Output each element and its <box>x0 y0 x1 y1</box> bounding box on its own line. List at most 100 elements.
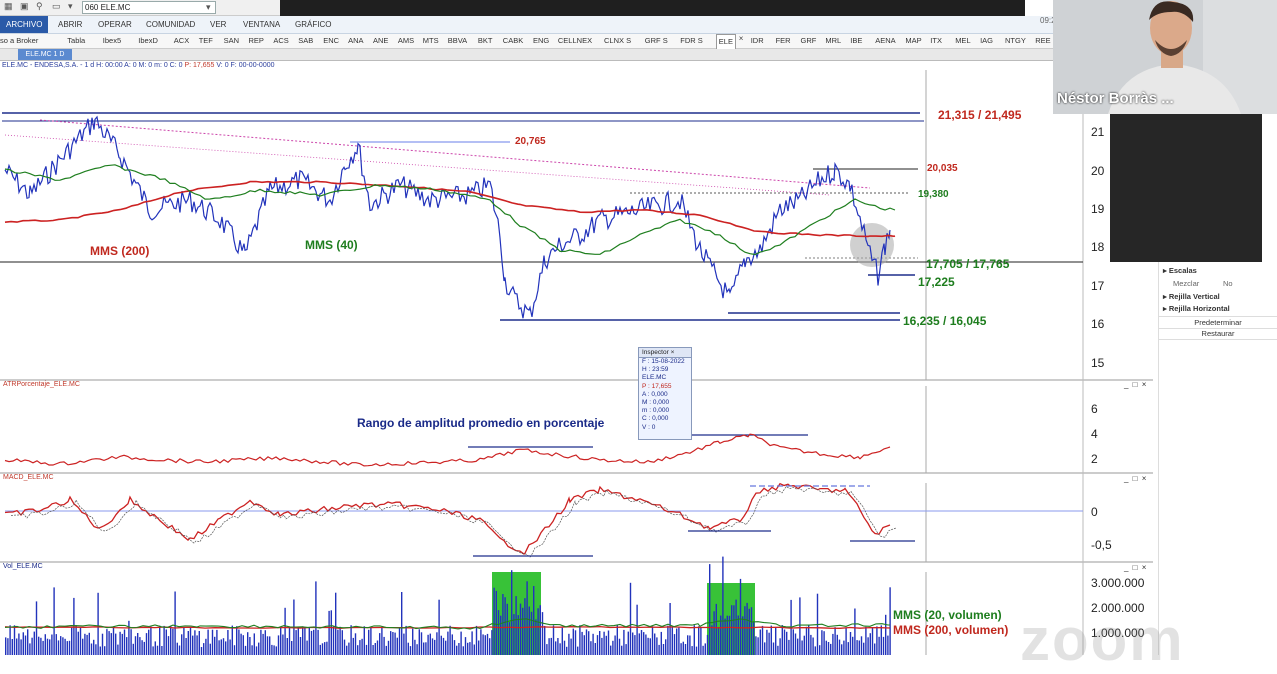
ticker-tab-ibe[interactable]: IBE <box>850 34 862 48</box>
inspector-close-icon[interactable]: × <box>671 349 675 356</box>
ticker-tab-ams[interactable]: AMS <box>398 34 414 48</box>
volume-bar <box>229 639 231 655</box>
menu-ver[interactable]: VER <box>210 16 226 33</box>
volume-bar <box>308 627 310 655</box>
volume-bar <box>808 625 810 655</box>
ticker-tab-ele[interactable]: ELE <box>715 34 736 49</box>
chevron-down-icon[interactable]: ▾ <box>68 1 73 12</box>
volume-bar <box>51 634 53 655</box>
ticker-tab-grf[interactable]: GRF <box>801 34 817 48</box>
ticker-tab-bkt[interactable]: BKT <box>478 34 493 48</box>
restaurar-button[interactable]: Restaurar <box>1159 328 1277 340</box>
volume-bar <box>788 639 790 655</box>
volume-bar <box>819 645 821 655</box>
ticker-tab-eng[interactable]: ENG <box>533 34 549 48</box>
macd-panel-controls[interactable]: _ □ × <box>1124 474 1147 483</box>
volume-bar <box>233 645 236 655</box>
ticker-tab-fer[interactable]: FER <box>776 34 791 48</box>
volume-bar <box>572 628 574 655</box>
ticker-tab-map[interactable]: MAP <box>905 34 921 48</box>
menu-ventana[interactable]: VENTANA <box>243 16 280 33</box>
menu-abrir[interactable]: ABRIR <box>58 16 82 33</box>
volume-bar <box>365 644 368 655</box>
ticker-tab-tef[interactable]: TEF <box>199 34 213 48</box>
volume-bar <box>673 634 676 655</box>
sidebar-item-rejilla-horizontal[interactable]: ▸ Rejilla Horizontal <box>1163 304 1230 313</box>
ticker-tab-mel[interactable]: MEL <box>955 34 970 48</box>
volume-panel-controls[interactable]: _ □ × <box>1124 563 1147 572</box>
volume-bar <box>46 638 49 655</box>
sidebar-item-mezclar[interactable]: Mezclar <box>1173 279 1199 288</box>
inspector-panel[interactable]: Inspector × F : 15-08-2022 H : 23:59 ELE… <box>638 347 692 440</box>
pin-icon[interactable]: ⚲ <box>36 1 43 12</box>
volume-bar <box>207 629 209 655</box>
ticker-tab-tabla[interactable]: Tabla <box>67 34 85 48</box>
symbol-dropdown-icon[interactable]: ▾ <box>206 2 211 13</box>
menu-bar: ARCHIVO ABRIR OPERAR COMUNIDAD VER VENTA… <box>0 16 1056 34</box>
volume-bar <box>203 643 205 655</box>
ticker-tab-sab[interactable]: SAB <box>298 34 313 48</box>
ticker-tab-acs[interactable]: ACS <box>273 34 288 48</box>
volume-bar <box>852 636 854 655</box>
volume-bar <box>297 627 299 655</box>
ticker-tab-ree[interactable]: REE <box>1035 34 1050 48</box>
volume-bar <box>220 639 222 655</box>
menu-comunidad[interactable]: COMUNIDAD <box>146 16 195 33</box>
ticker-tab-ibex5[interactable]: Ibex5 <box>103 34 121 48</box>
ticker-tab-ntgy[interactable]: NTGY <box>1005 34 1026 48</box>
symbol-input[interactable]: 060 ELE.MC <box>82 1 216 14</box>
ticker-tab-san[interactable]: SAN <box>224 34 239 48</box>
folder-icon[interactable]: ▭ <box>52 1 61 12</box>
ticker-tab-mrl[interactable]: MRL <box>825 34 841 48</box>
volume-bar <box>772 642 775 655</box>
ticker-tab-clnx-s[interactable]: CLNX S <box>604 34 631 48</box>
price-axis-tick: 20 <box>1091 164 1105 178</box>
ticker-tab-so-a-broker[interactable]: so a Broker <box>0 34 38 48</box>
volume-bar <box>766 629 768 655</box>
volume-bar <box>827 642 830 655</box>
ticker-tab-grf-s[interactable]: GRF S <box>645 34 668 48</box>
ticker-tab-itx[interactable]: ITX <box>930 34 942 48</box>
ticker-tab-acx[interactable]: ACX <box>174 34 189 48</box>
inspector-row: V : 0 <box>642 423 656 431</box>
volume-bar <box>343 639 346 655</box>
chart-document-tab[interactable]: ELE.MC 1 D <box>18 49 72 60</box>
price-chart-area[interactable] <box>0 60 1153 655</box>
ticker-tab-rep[interactable]: REP <box>249 34 264 48</box>
volume-bar <box>335 592 337 655</box>
app-icon[interactable]: ▦ <box>4 1 13 12</box>
volume-bar <box>588 631 590 655</box>
volume-bar <box>75 625 77 655</box>
ticker-tab-iag[interactable]: IAG <box>980 34 993 48</box>
volume-bar <box>876 626 878 655</box>
ticker-tab-fdr-s[interactable]: FDR S <box>680 34 703 48</box>
volume-bar <box>350 625 352 655</box>
menu-grafico[interactable]: GRÁFICO <box>295 16 331 33</box>
volume-bar <box>440 635 442 655</box>
volume-mms20-label: MMS (20, volumen) <box>893 608 1002 622</box>
save-icon[interactable]: ▣ <box>20 1 29 12</box>
ticker-tab-aena[interactable]: AENA <box>875 34 895 48</box>
ticker-tab-cellnex[interactable]: CELLNEX <box>558 34 592 48</box>
volume-bar <box>698 626 700 655</box>
sidebar-item-escalas[interactable]: ▸ Escalas <box>1163 266 1197 275</box>
volume-bar <box>451 634 453 655</box>
ticker-tab-ibexd[interactable]: IbexD <box>138 34 158 48</box>
sidebar-value-mezclar[interactable]: No <box>1223 279 1233 288</box>
ticker-tab-enc[interactable]: ENC <box>323 34 339 48</box>
atr-panel-controls[interactable]: _ □ × <box>1124 380 1147 389</box>
volume-bar <box>381 627 383 655</box>
volume-bar <box>669 603 671 655</box>
ticker-tab-ana[interactable]: ANA <box>348 34 363 48</box>
volume-bar <box>636 604 638 655</box>
menu-archivo[interactable]: ARCHIVO <box>0 16 49 33</box>
ticker-tab-cabk[interactable]: CABK <box>503 34 523 48</box>
ticker-tab-ane[interactable]: ANE <box>373 34 388 48</box>
volume-bar <box>449 625 451 655</box>
ticker-tab-bbva[interactable]: BBVA <box>448 34 467 48</box>
ticker-close-icon[interactable]: × <box>739 34 744 43</box>
ticker-tab-mts[interactable]: MTS <box>423 34 439 48</box>
ticker-tab-idr[interactable]: IDR <box>751 34 764 48</box>
sidebar-item-rejilla-vertical[interactable]: ▸ Rejilla Vertical <box>1163 292 1220 301</box>
menu-operar[interactable]: OPERAR <box>98 16 132 33</box>
